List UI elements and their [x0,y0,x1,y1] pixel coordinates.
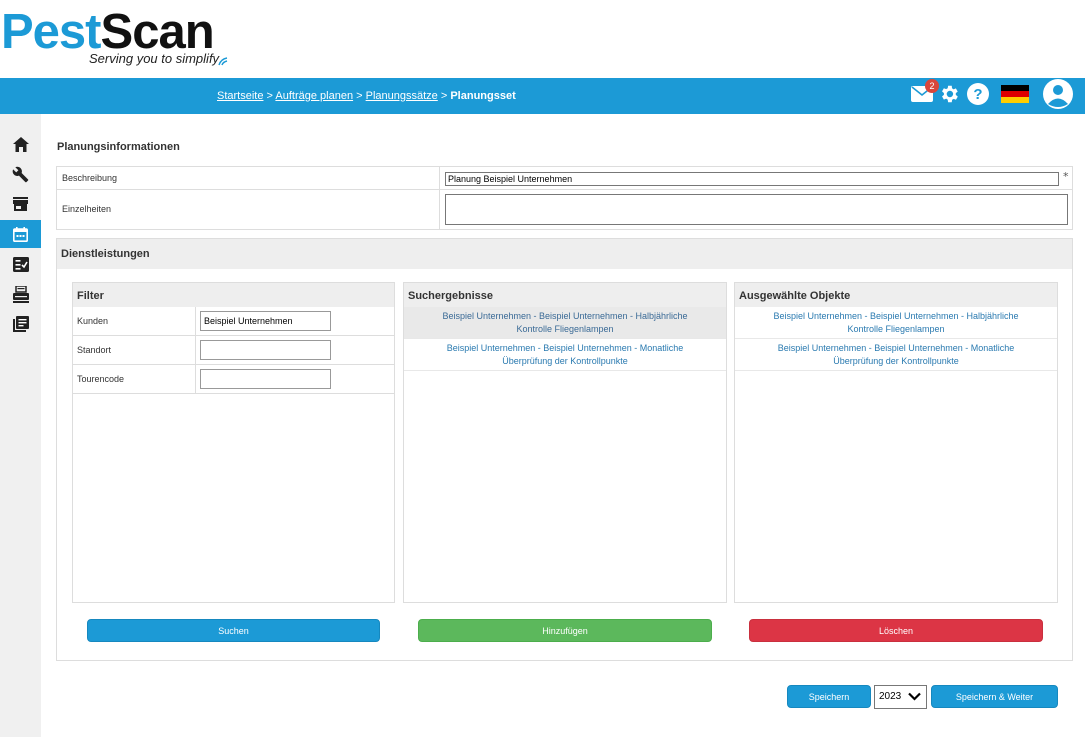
mail-button[interactable]: 2 [911,79,939,106]
chevron-down-icon [908,692,921,701]
save-button[interactable]: Speichern [787,685,871,708]
filter-panel: Filter Kunden Beispiel Unternehmen Stand… [72,282,395,603]
sidebar-item-tools[interactable] [0,160,41,188]
user-avatar-icon [1043,79,1073,109]
pestscan-logo: PestScan Serving you to simplify [0,0,240,78]
sidebar-item-store[interactable] [0,190,41,218]
planning-info-title: Planungsinformationen [57,141,180,153]
top-navigation-bar: Startseite > Aufträge planen > Planungss… [0,78,1085,114]
customers-input[interactable]: Beispiel Unternehmen [200,311,331,331]
sidebar-item-calendar[interactable] [0,220,41,248]
filter-row-location: Standort [73,336,394,365]
help-icon: ? [967,83,989,105]
customers-label: Kunden [77,316,109,326]
description-label: Beschreibung [62,173,118,183]
sidebar [0,114,41,737]
top-icons: 2 ? [911,78,1073,114]
printer-icon [12,285,29,303]
services-title: Dienstleistungen [61,248,150,260]
required-marker: * [1063,170,1069,183]
user-profile-button[interactable] [1043,79,1073,113]
settings-button[interactable] [938,83,960,109]
search-results-panel: Suchergebnisse Beispiel Unternehmen - Be… [403,282,727,603]
mail-count-badge: 2 [925,79,939,93]
german-flag-icon [1001,85,1029,103]
planning-info-table: Beschreibung Planung Beispiel Unternehme… [56,166,1073,230]
location-label: Standort [77,345,112,355]
sidebar-item-print[interactable] [0,280,41,308]
location-input[interactable] [200,340,331,360]
year-value: 2023 [879,691,902,702]
breadcrumb-home[interactable]: Startseite [217,90,263,102]
breadcrumb: Startseite > Aufträge planen > Planungss… [217,90,516,102]
help-button[interactable]: ? [967,83,989,109]
tour-code-label: Tourencode [77,374,125,384]
selected-object-item[interactable]: Beispiel Unternehmen - Beispiel Unterneh… [735,339,1057,371]
svg-text:?: ? [973,86,982,103]
add-button[interactable]: Hinzufügen [418,619,712,642]
description-input[interactable]: Planung Beispiel Unternehmen [445,172,1059,186]
year-select[interactable]: 2023 [874,685,927,709]
logo-mark-icon [218,57,228,66]
selected-objects-panel: Ausgewählte Objekte Beispiel Unternehmen… [734,282,1058,603]
breadcrumb-plan-orders[interactable]: Aufträge planen [275,90,353,102]
description-row: Beschreibung Planung Beispiel Unternehme… [57,167,1072,190]
save-continue-button[interactable]: Speichern & Weiter [931,685,1058,708]
calendar-icon [13,226,28,242]
logo-tagline: Serving you to simplify [89,51,220,66]
delete-button[interactable]: Löschen [749,619,1043,642]
sidebar-item-home[interactable] [0,130,41,158]
search-result-item[interactable]: Beispiel Unternehmen - Beispiel Unterneh… [404,339,726,371]
details-row: Einzelheiten [57,190,1072,229]
selected-objects-title: Ausgewählte Objekte [739,290,851,302]
wrench-icon [12,166,29,182]
search-results-title: Suchergebnisse [408,290,493,302]
gear-icon [942,85,958,103]
filter-row-customers: Kunden Beispiel Unternehmen [73,307,394,336]
breadcrumb-planning-sets[interactable]: Planungssätze [366,90,438,102]
language-button[interactable] [1001,85,1029,107]
tour-code-input[interactable] [200,369,331,389]
filter-row-tour-code: Tourencode [73,365,394,394]
store-icon [13,197,28,211]
checklist-icon [12,256,29,272]
filter-title: Filter [77,290,104,302]
sidebar-item-checklist[interactable] [0,250,41,278]
documents-icon [12,316,29,332]
search-button[interactable]: Suchen [87,619,380,642]
details-label: Einzelheiten [62,204,112,214]
sidebar-item-documents[interactable] [0,310,41,338]
details-textarea[interactable] [445,194,1068,225]
selected-object-item[interactable]: Beispiel Unternehmen - Beispiel Unterneh… [735,307,1057,339]
home-icon [12,136,29,152]
breadcrumb-current: Planungsset [450,90,516,102]
search-result-item[interactable]: Beispiel Unternehmen - Beispiel Unterneh… [404,307,726,339]
